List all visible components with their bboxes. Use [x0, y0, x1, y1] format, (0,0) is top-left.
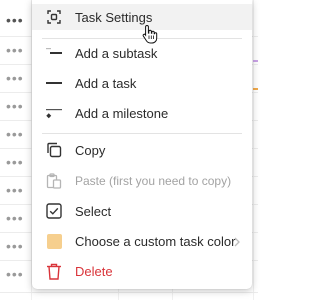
row-more-icon[interactable]: •••	[6, 43, 28, 57]
menu-item-label: Choose a custom task color	[75, 233, 236, 249]
menu-item-label: Paste (first you need to copy)	[75, 174, 232, 188]
task-bar-edge	[253, 60, 258, 62]
row-more-icon[interactable]: •••	[6, 99, 28, 113]
row-more-icon[interactable]: •••	[6, 155, 28, 169]
row-more-icon[interactable]: •••	[6, 239, 28, 253]
menu-item-label: Delete	[75, 263, 113, 279]
row-more-icon[interactable]: •••	[6, 267, 28, 281]
copy-icon	[45, 141, 63, 159]
hand-pointer-icon	[142, 24, 158, 47]
menu-item-label: Add a milestone	[75, 105, 169, 121]
row-more-icon[interactable]: •••	[6, 71, 28, 85]
milestone-icon	[45, 104, 63, 122]
task-bar-edge	[253, 88, 258, 90]
menu-item-add-milestone[interactable]: Add a milestone	[32, 100, 252, 126]
checkbox-icon	[45, 202, 63, 220]
menu-separator	[42, 133, 242, 134]
row-more-icon[interactable]: •••	[6, 183, 28, 197]
menu-item-delete[interactable]: Delete	[32, 258, 252, 284]
menu-item-add-task[interactable]: Add a task	[32, 70, 252, 96]
menu-item-label: Task Settings	[75, 9, 153, 25]
subtask-icon	[45, 44, 63, 62]
menu-item-label: Copy	[75, 142, 106, 158]
menu-item-label: Select	[75, 203, 112, 219]
menu-item-label: Add a task	[75, 75, 137, 91]
menu-item-paste[interactable]: Paste (first you need to copy)	[32, 168, 252, 194]
color-swatch-icon	[45, 232, 63, 250]
menu-item-select[interactable]: Select	[32, 198, 252, 224]
row-more-icon[interactable]: •••	[6, 127, 28, 141]
settings-frame-icon	[45, 8, 63, 26]
menu-item-label: Add a subtask	[75, 45, 158, 61]
trash-icon	[45, 262, 63, 280]
paste-icon	[45, 172, 63, 190]
grid-row-line	[0, 292, 258, 293]
chevron-right-icon	[234, 235, 240, 250]
grid-column-line	[253, 0, 254, 300]
row-more-icon[interactable]: •••	[6, 13, 28, 27]
task-line-icon	[45, 74, 63, 92]
menu-item-copy[interactable]: Copy	[32, 137, 252, 163]
row-more-icon[interactable]: •••	[6, 211, 28, 225]
menu-item-custom-color[interactable]: Choose a custom task color	[32, 228, 252, 254]
